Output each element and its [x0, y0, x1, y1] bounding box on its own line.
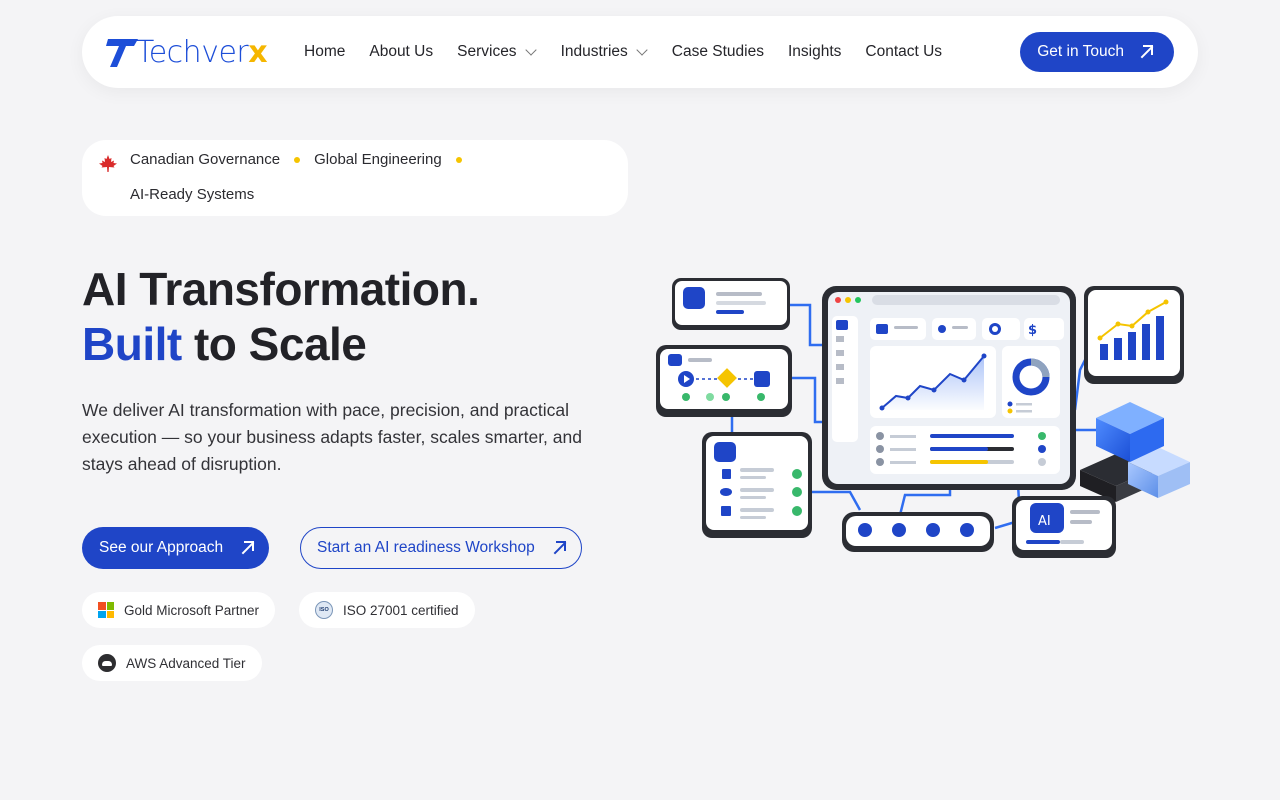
iso-icon: ISO: [315, 601, 333, 619]
arrow-up-right-icon: [1138, 45, 1153, 59]
main-menu: Home About Us Services Industries Case S…: [304, 16, 942, 88]
badge-ai-ready-systems: AI-Ready Systems: [130, 186, 255, 203]
see-our-approach-button[interactable]: See our Approach: [82, 527, 270, 569]
top-navigation: Techverx Home About Us Services Industri…: [82, 16, 1198, 88]
cert-aws: AWS Advanced Tier: [82, 645, 262, 681]
nav-case-studies[interactable]: Case Studies: [672, 43, 764, 61]
nav-insights[interactable]: Insights: [788, 43, 841, 61]
nav-home-label: Home: [304, 43, 346, 60]
ai-chip-icon: AI: [1038, 514, 1051, 529]
pipeline-card: [656, 345, 792, 417]
cert-label: AWS Advanced Tier: [126, 655, 246, 671]
nav-about-label: About Us: [369, 43, 434, 60]
hero-description: We deliver AI transformation with pace, …: [82, 400, 582, 474]
ai-chip-card: AI: [1012, 496, 1116, 558]
cert-label: Gold Microsoft Partner: [124, 602, 260, 618]
logo-accent: x: [248, 34, 268, 70]
arrow-up-right-icon: [239, 541, 255, 555]
cert-label: ISO 27001 certified: [343, 602, 459, 618]
svg-text:$: $: [1028, 323, 1037, 338]
maple-leaf-icon: [99, 155, 117, 172]
integrations-card: [842, 512, 994, 552]
nav-services[interactable]: Services: [457, 43, 537, 61]
ai-readiness-workshop-label: Start an AI readiness Workshop: [317, 539, 535, 556]
hero-title-highlight: Built: [82, 318, 182, 370]
cert-microsoft-partner: Gold Microsoft Partner: [82, 592, 276, 628]
arrow-up-right-icon: [551, 541, 566, 555]
chevron-down-icon: [636, 43, 648, 56]
ai-readiness-workshop-button[interactable]: Start an AI readiness Workshop: [300, 527, 582, 569]
nav-industries-label: Industries: [560, 43, 628, 60]
techverx-logo[interactable]: Techverx: [106, 34, 268, 70]
ai-dashboard-illustration: $ AI: [656, 278, 1190, 558]
get-in-touch-button[interactable]: Get in Touch: [1020, 32, 1174, 72]
nav-contact-us[interactable]: Contact Us: [865, 43, 942, 61]
bullet-dot: [294, 156, 301, 163]
hero-title-rest: to Scale: [193, 318, 367, 370]
logo-mark-icon: [106, 39, 138, 67]
growth-chart-card: [1084, 286, 1184, 384]
badge-canadian-governance: Canadian Governance: [130, 151, 281, 168]
nav-services-label: Services: [457, 43, 517, 60]
chevron-down-icon: [524, 43, 537, 56]
nav-home[interactable]: Home: [304, 43, 345, 61]
aws-icon: [98, 654, 116, 672]
see-our-approach-label: See our Approach: [99, 539, 224, 556]
bullet-dot: [455, 156, 462, 163]
data-sources-card: [702, 432, 812, 538]
cert-iso: ISO ISO 27001 certified: [299, 592, 475, 628]
nav-case-studies-label: Case Studies: [671, 43, 764, 60]
trust-badges: Canadian Governance Global Engineering A…: [82, 140, 628, 216]
logo-wordmark: Techver: [136, 34, 249, 70]
nav-insights-label: Insights: [787, 43, 842, 60]
badge-global-engineering: Global Engineering: [314, 151, 442, 168]
nav-about-us[interactable]: About Us: [369, 43, 433, 61]
nav-industries[interactable]: Industries: [561, 43, 648, 61]
workflow-card-top: [672, 278, 790, 330]
nav-contact-label: Contact Us: [865, 43, 943, 60]
main-dashboard-window: $: [822, 286, 1076, 490]
hero-title: AI Transformation. Built to Scale: [82, 262, 480, 372]
infrastructure-cubes: [1080, 402, 1190, 502]
hero-title-line1: AI Transformation.: [82, 263, 480, 315]
microsoft-icon: [98, 602, 114, 618]
get-in-touch-label: Get in Touch: [1037, 43, 1124, 60]
